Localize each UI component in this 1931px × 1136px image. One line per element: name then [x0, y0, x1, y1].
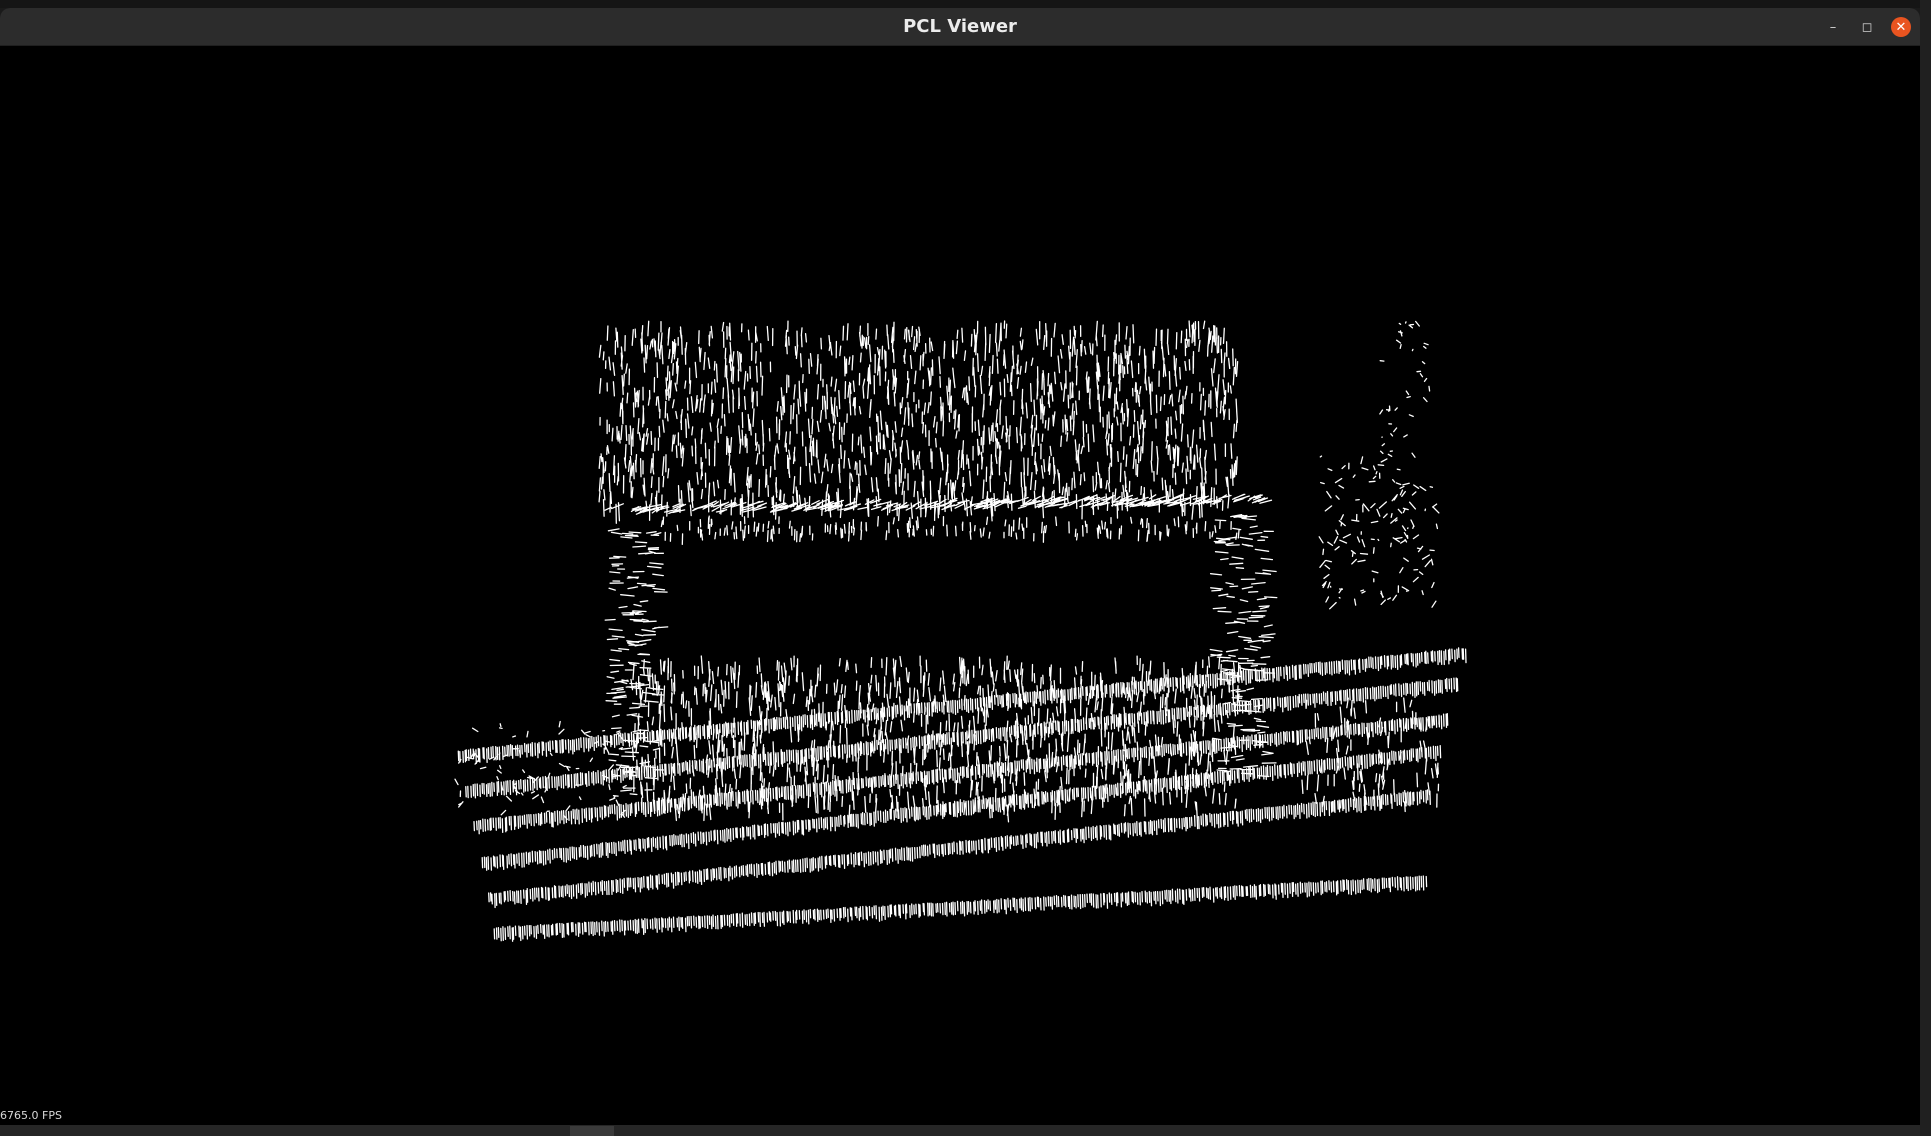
- maximize-icon: ◻: [1861, 19, 1873, 35]
- bottom-tab: [570, 1126, 614, 1136]
- maximize-button[interactable]: ◻: [1857, 17, 1877, 37]
- bottom-bar: [0, 1125, 1920, 1136]
- window-titlebar[interactable]: PCL Viewer – ◻ ✕: [0, 8, 1920, 46]
- fps-counter: 6765.0 FPS: [0, 1109, 62, 1122]
- close-button[interactable]: ✕: [1891, 17, 1911, 37]
- minimize-button[interactable]: –: [1823, 17, 1843, 37]
- desktop-right-edge: [1920, 0, 1931, 1136]
- close-icon: ✕: [1895, 19, 1907, 35]
- pcl-viewer-window: PCL Viewer – ◻ ✕: [0, 8, 1920, 1136]
- window-title: PCL Viewer: [903, 16, 1017, 37]
- point-cloud-render[interactable]: [0, 46, 1920, 1136]
- point-cloud-viewport[interactable]: [0, 46, 1920, 1136]
- minimize-icon: –: [1829, 19, 1837, 35]
- desktop-top-strip: [0, 0, 1931, 8]
